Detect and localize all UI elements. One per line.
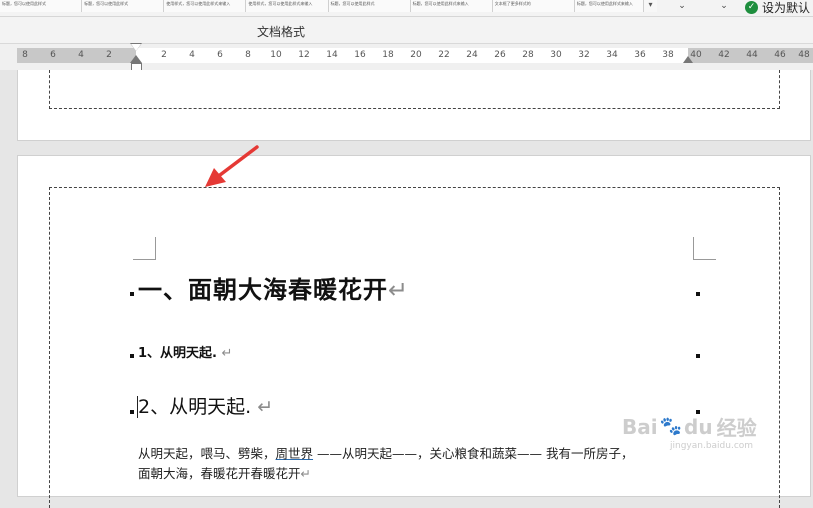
annotation-arrow-icon (205, 145, 259, 187)
return-mark: ↵ (388, 276, 410, 304)
heading-3-text: 2、从明天起. (138, 396, 252, 418)
style-gallery-item[interactable]: 标题，您可以使用此样式 (0, 0, 83, 12)
ruler-tick: 6 (217, 50, 223, 60)
watermark-text: Bai (622, 414, 658, 439)
body-line: 面朝大海，春暖花开春暖花开↵ (138, 464, 703, 484)
ruler-tick: 8 (245, 50, 251, 60)
chevron-down-icon[interactable]: ⌄ (718, 0, 730, 14)
cut-off-text-line (138, 487, 558, 495)
ruler-tick: 20 (410, 50, 422, 60)
ribbon: 标题，您可以使用此样式 标题，您可以使用此样式 使用样式，您可以使用此样式来输入… (0, 0, 813, 17)
ruler-tick: 42 (718, 50, 730, 60)
paragraph-marker (130, 410, 134, 414)
style-gallery-item[interactable]: 标题，您可以使用此样式来输入 (410, 0, 493, 12)
paragraph-marker (130, 354, 134, 358)
return-mark: ↵ (300, 466, 311, 481)
heading-1[interactable]: 一、面朝大海春暖花开↵ (138, 270, 409, 305)
ruler-tick: 44 (746, 50, 758, 60)
horizontal-ruler[interactable]: 8 6 4 2 2 4 6 8 10 12 14 16 18 20 22 24 … (0, 43, 813, 71)
ruler-tick: 26 (494, 50, 506, 60)
ruler-tick: 18 (382, 50, 394, 60)
heading-2-text: 1、从明天起. (138, 346, 217, 361)
ruler-tick: 16 (354, 50, 366, 60)
ruler-tick: 32 (578, 50, 590, 60)
heading-2[interactable]: 1、从明天起. ↵ (138, 342, 232, 361)
style-gallery-item[interactable]: 标题，您可以使用此样式 (328, 0, 411, 12)
check-circle-icon: ✓ (745, 1, 758, 14)
ruler-tick: 8 (22, 50, 28, 60)
gallery-more-icon[interactable]: ▾ (643, 0, 657, 12)
crop-mark-top-right (693, 237, 716, 260)
style-gallery-item[interactable]: 标题，您可以使用此样式 (82, 0, 165, 12)
watermark-text-cn: 经验 (716, 416, 757, 440)
paragraph-marker (130, 292, 134, 296)
chevron-down-icon[interactable]: ⌄ (676, 0, 688, 14)
ruler-tick: 4 (189, 50, 195, 60)
first-line-indent-marker-fill (131, 44, 141, 51)
ruler-tick: 4 (78, 50, 84, 60)
hanging-indent-marker[interactable] (130, 55, 142, 63)
ruler-tick: 30 (550, 50, 562, 60)
ruler-tick: 24 (466, 50, 478, 60)
style-gallery-item[interactable]: 使用样式，您可以使用此样式来输入 (246, 0, 329, 12)
body-text: 从明天起，喂马、劈柴， (138, 446, 276, 461)
ribbon-group-row: 文档格式 (0, 17, 813, 44)
ruler-tick: 48 (798, 50, 810, 60)
ruler-tick: 38 (662, 50, 674, 60)
paragraph-marker (696, 354, 700, 358)
ruler-tick: 34 (606, 50, 618, 60)
watermark-text: du (684, 414, 713, 439)
heading-3[interactable]: 2、从明天起. ↵ (138, 392, 273, 419)
set-default-label: 设为默认 (762, 1, 811, 15)
crop-mark-top-left (133, 237, 156, 260)
body-text: 面朝大海，春暖花开春暖花开 (138, 466, 301, 481)
ruler-tick: 22 (438, 50, 450, 60)
baidu-watermark: Bai 🐾 du 经验 (622, 412, 757, 441)
ruler-tick: 2 (106, 50, 112, 60)
ruler-tick: 46 (774, 50, 786, 60)
right-indent-marker[interactable] (683, 56, 693, 63)
style-gallery-item[interactable]: 使用样式，您可以使用此样式来输入 (164, 0, 247, 12)
return-mark: ↵ (257, 396, 274, 418)
heading-1-text: 一、面朝大海春暖花开 (138, 276, 388, 304)
group-label-document-format: 文档格式 (257, 25, 306, 39)
paw-icon: 🐾 (659, 416, 683, 437)
ruler-tick: 36 (634, 50, 646, 60)
return-mark: ↵ (221, 346, 233, 361)
body-text-underlined: 周世界 (275, 446, 314, 461)
style-gallery: 标题，您可以使用此样式 标题，您可以使用此样式 使用样式，您可以使用此样式来输入… (0, 0, 657, 12)
watermark-url: jingyan.baidu.com (670, 441, 754, 451)
style-gallery-item[interactable]: 文本框了更多样式的 (492, 0, 575, 12)
page-border-frame (49, 70, 780, 109)
ruler-tick: 12 (298, 50, 310, 60)
body-line: 从明天起，喂马、劈柴，周世界 ——从明天起——，关心粮食和蔬菜—— 我有一所房子… (138, 444, 703, 464)
body-text: ——从明天起——，关心粮食和蔬菜—— 我有一所房子， (313, 446, 634, 461)
ruler-tick: 14 (326, 50, 338, 60)
ruler-tick: 2 (161, 50, 167, 60)
document-page[interactable] (17, 70, 811, 141)
ruler-tick: 10 (270, 50, 282, 60)
body-paragraph[interactable]: 从明天起，喂马、劈柴，周世界 ——从明天起——，关心粮食和蔬菜—— 我有一所房子… (138, 444, 703, 484)
ruler-tick: 6 (50, 50, 56, 60)
paragraph-marker (696, 292, 700, 296)
set-default-button[interactable]: ✓ 设为默认 (745, 0, 810, 15)
ruler-tick: 28 (522, 50, 534, 60)
